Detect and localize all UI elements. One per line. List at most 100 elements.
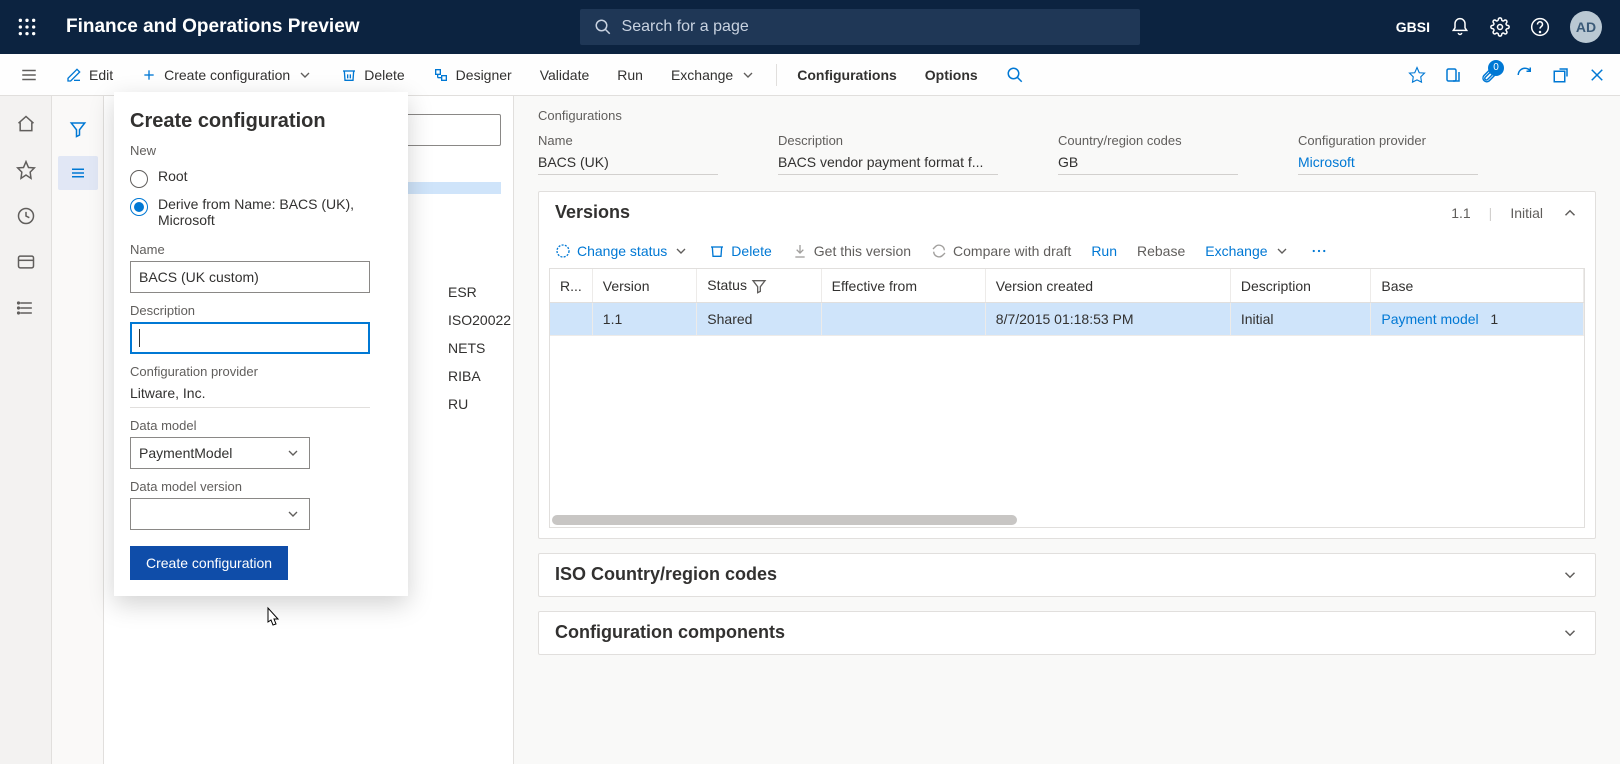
chevron-up-icon [1561,204,1579,222]
status-icon [555,243,571,259]
col-created[interactable]: Version created [985,269,1230,303]
radio-root-option[interactable]: Root [130,164,392,192]
col-effective[interactable]: Effective from [821,269,985,303]
app-launcher-icon[interactable] [0,17,54,37]
cursor-pointer-icon [262,606,284,632]
close-icon[interactable] [1588,66,1606,84]
name-input[interactable]: BACS (UK custom) [130,261,370,293]
exchange-version-button[interactable]: Exchange [1205,243,1289,259]
description-label: Description [130,303,392,318]
help-icon[interactable] [1530,17,1550,37]
app-title: Finance and Operations Preview [66,16,360,38]
versions-title: Versions [555,202,630,223]
run-version-button[interactable]: Run [1091,243,1117,259]
col-version[interactable]: Version [592,269,697,303]
description-input[interactable] [130,322,370,354]
filter-icon [69,120,87,138]
trash-icon [709,243,725,259]
refresh-icon [931,243,947,259]
field-region-value[interactable]: GB [1058,150,1238,175]
create-configuration-panel: Create configuration New Root Derive fro… [114,92,408,596]
provider-value: Litware, Inc. [130,383,370,408]
designer-icon [433,67,449,83]
rebase-button[interactable]: Rebase [1137,243,1185,259]
search-icon [594,18,612,36]
change-status-button[interactable]: Change status [555,243,689,259]
global-search[interactable]: Search for a page [580,9,1140,45]
delete-button[interactable]: Delete [327,54,418,95]
validate-button[interactable]: Validate [526,54,604,95]
filter-pane-button[interactable] [58,112,98,146]
run-button[interactable]: Run [603,54,657,95]
iso-codes-card-header[interactable]: ISO Country/region codes [539,554,1595,596]
attachments-badge: 0 [1488,60,1504,76]
commandbar-search-button[interactable] [992,54,1038,95]
cell-created: 8/7/2015 01:18:53 PM [985,303,1230,336]
field-provider-value[interactable]: Microsoft [1298,150,1478,175]
chevron-down-icon [740,67,756,83]
list-pane-button[interactable] [58,156,98,190]
options-tab[interactable]: Options [911,54,992,95]
legal-entity[interactable]: GBSI [1396,19,1430,35]
cell-base: Payment model 1 [1371,303,1584,336]
rail-favorites-icon[interactable] [16,160,36,180]
col-base[interactable]: Base [1371,269,1584,303]
field-description-value[interactable]: BACS vendor payment format f... [778,150,998,175]
versions-card-header[interactable]: Versions 1.1 | Initial [539,192,1595,234]
more-actions-button[interactable] [1310,242,1328,260]
global-search-placeholder: Search for a page [622,18,749,36]
download-icon [792,243,808,259]
configurations-tab[interactable]: Configurations [783,54,911,95]
exchange-button[interactable]: Exchange [657,54,770,95]
gear-icon[interactable] [1490,17,1510,37]
attachments-icon[interactable]: 0 [1480,66,1498,84]
field-name-label: Name [538,133,718,148]
section-new-label: New [130,143,392,158]
radio-icon [130,170,148,188]
create-configuration-button[interactable]: Create configuration [127,54,327,95]
data-model-label: Data model [130,418,392,433]
chevron-down-icon [673,243,689,259]
chevron-down-icon [285,445,301,461]
iso-codes-title: ISO Country/region codes [555,564,777,585]
breadcrumb: Configurations [538,108,1596,123]
chevron-down-icon [1561,566,1579,584]
rail-modules-icon[interactable] [16,298,36,318]
create-configuration-submit-button[interactable]: Create configuration [130,546,288,580]
versions-head-version: 1.1 [1451,205,1470,221]
popout-icon[interactable] [1552,66,1570,84]
user-avatar[interactable]: AD [1570,11,1602,43]
version-row[interactable]: 1.1 Shared 8/7/2015 01:18:53 PM Initial … [550,303,1584,336]
radio-derive-option[interactable]: Derive from Name: BACS (UK), Microsoft [130,192,392,232]
field-name-value[interactable]: BACS (UK) [538,150,718,175]
rail-workspaces-icon[interactable] [16,252,36,272]
get-version-button[interactable]: Get this version [792,243,911,259]
col-r[interactable]: R... [550,269,592,303]
compare-button[interactable]: Compare with draft [931,243,1071,259]
refresh-icon[interactable] [1516,66,1534,84]
page-options-icon[interactable] [1444,66,1462,84]
components-card-header[interactable]: Configuration components [539,612,1595,654]
col-description[interactable]: Description [1230,269,1371,303]
chevron-down-icon [297,67,313,83]
list-icon [69,164,87,182]
designer-button[interactable]: Designer [419,54,526,95]
data-model-version-select[interactable] [130,498,310,530]
rail-home-icon[interactable] [16,114,36,134]
horizontal-scrollbar[interactable] [552,515,1017,525]
related-icon[interactable] [1408,66,1426,84]
edit-button[interactable]: Edit [52,54,127,95]
col-status[interactable]: Status [697,269,821,303]
field-description-label: Description [778,133,998,148]
chevron-down-icon [285,506,301,522]
rail-recent-icon[interactable] [16,206,36,226]
delete-version-button[interactable]: Delete [709,243,771,259]
nav-collapse-icon[interactable] [6,66,52,84]
components-title: Configuration components [555,622,785,643]
panel-title: Create configuration [130,110,392,133]
field-provider-label: Configuration provider [1298,133,1478,148]
bell-icon[interactable] [1450,17,1470,37]
plus-icon [141,67,157,83]
data-model-select[interactable]: PaymentModel [130,437,310,469]
radio-icon [130,198,148,216]
